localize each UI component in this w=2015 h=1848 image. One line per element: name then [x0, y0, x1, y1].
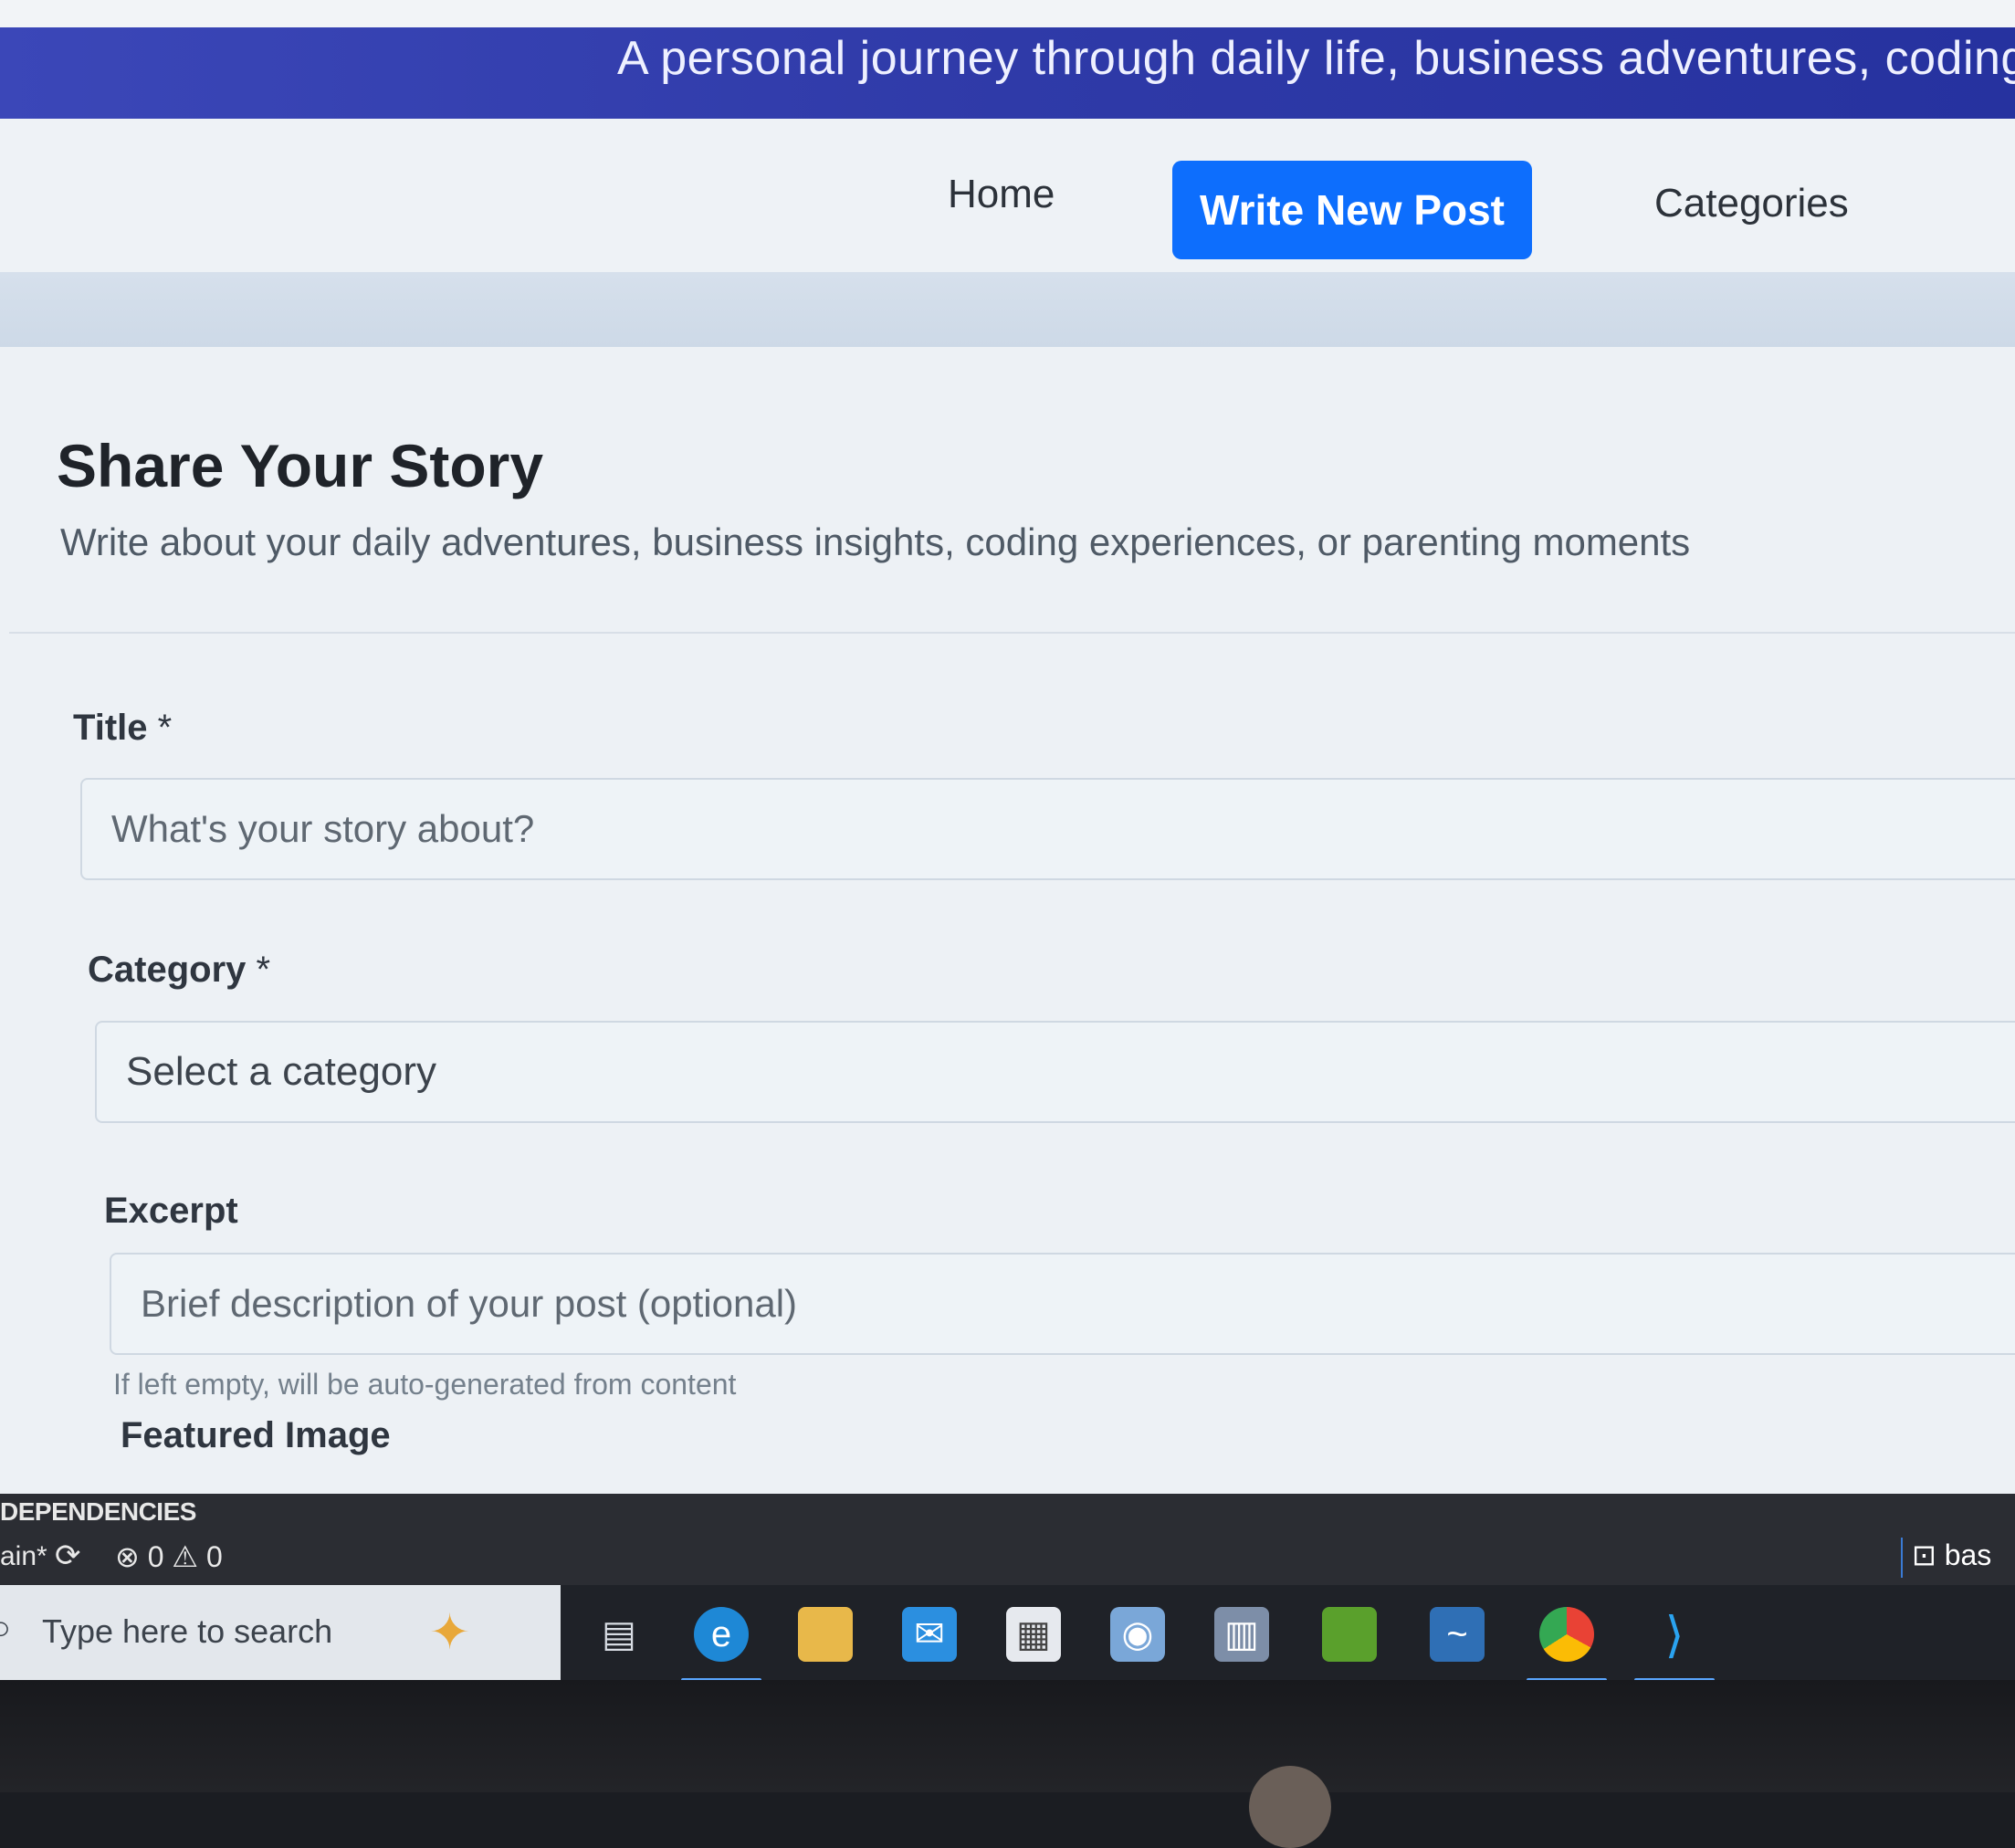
file-explorer-icon[interactable] [798, 1607, 853, 1662]
site-header: A personal journey through daily life, b… [0, 27, 2015, 119]
camera-icon[interactable]: ◉ [1110, 1607, 1165, 1662]
nav-write-new-post-button[interactable]: Write New Post [1172, 161, 1532, 259]
featured-image-label-text: Featured Image [121, 1415, 391, 1455]
excerpt-label: Excerpt [104, 1191, 238, 1232]
site-tagline: A personal journey through daily life, b… [617, 32, 2015, 85]
windows-taskbar: ○ Type here to search ✦ ▤ e ✉ ▦ ◉ ▥ ~ ⟩ [0, 1585, 2015, 1680]
minecraft-icon[interactable] [1322, 1607, 1377, 1662]
browser-chrome [0, 0, 2015, 29]
category-select[interactable]: Select a category [95, 1021, 2015, 1123]
category-label: Category * [88, 950, 270, 991]
chrome-icon[interactable] [1527, 1607, 1607, 1680]
vscode-icon[interactable]: ⟩ [1634, 1607, 1715, 1680]
page-title: Share Your Story [57, 432, 544, 499]
required-marker: * [256, 950, 271, 990]
calculator-icon[interactable]: ▥ [1214, 1607, 1269, 1662]
page-subtitle: Write about your daily adventures, busin… [60, 520, 1691, 563]
required-marker: * [157, 708, 173, 748]
sync-icon[interactable]: ⟳ [55, 1538, 81, 1574]
excerpt-input[interactable] [110, 1253, 2015, 1355]
store-icon[interactable]: ▦ [1006, 1607, 1061, 1662]
mysql-workbench-icon[interactable]: ~ [1430, 1607, 1485, 1662]
terminal-icon: ⊡ [1912, 1538, 1936, 1571]
screen: A personal journey through daily life, b… [0, 0, 2015, 1680]
hp-logo [1249, 1766, 1331, 1848]
featured-image-label: Featured Image [121, 1415, 391, 1456]
problems-indicator[interactable]: ⊗ 0 ⚠ 0 [115, 1539, 223, 1574]
dependencies-section[interactable]: DEPENDENCIES [0, 1497, 196, 1527]
title-input[interactable] [80, 778, 2015, 880]
title-label: Title * [73, 708, 172, 749]
git-branch[interactable]: ain* [0, 1541, 47, 1572]
task-view-icon[interactable]: ▤ [592, 1607, 646, 1662]
section-band [0, 272, 2015, 347]
category-label-text: Category [88, 950, 247, 990]
terminal-label: bas [1944, 1538, 1992, 1571]
taskbar-search[interactable]: ○ Type here to search ✦ [0, 1585, 561, 1680]
edge-icon[interactable]: e [681, 1607, 761, 1680]
divider [9, 632, 2015, 634]
sparkle-icon: ✦ [429, 1605, 471, 1660]
category-selected-value: Select a category [126, 1049, 436, 1094]
editor-status-bar: DEPENDENCIES ain* ⟳ ⊗ 0 ⚠ 0 ⊡ bas [0, 1494, 2015, 1585]
title-label-text: Title [73, 708, 148, 748]
nav-categories-link[interactable]: Categories [1634, 170, 1869, 237]
monitor-bezel [0, 1680, 2015, 1848]
main-nav: Home Write New Post Categories [0, 119, 2015, 273]
excerpt-help-text: If left empty, will be auto-generated fr… [113, 1368, 737, 1401]
search-placeholder: Type here to search [42, 1612, 333, 1650]
terminal-tab[interactable]: ⊡ bas [1901, 1538, 2000, 1578]
mail-icon[interactable]: ✉ [902, 1607, 957, 1662]
post-form-card: Share Your Story Write about your daily … [0, 347, 2015, 1516]
nav-home-link[interactable]: Home [928, 161, 1075, 228]
excerpt-label-text: Excerpt [104, 1191, 238, 1231]
search-icon: ○ [0, 1609, 11, 1646]
